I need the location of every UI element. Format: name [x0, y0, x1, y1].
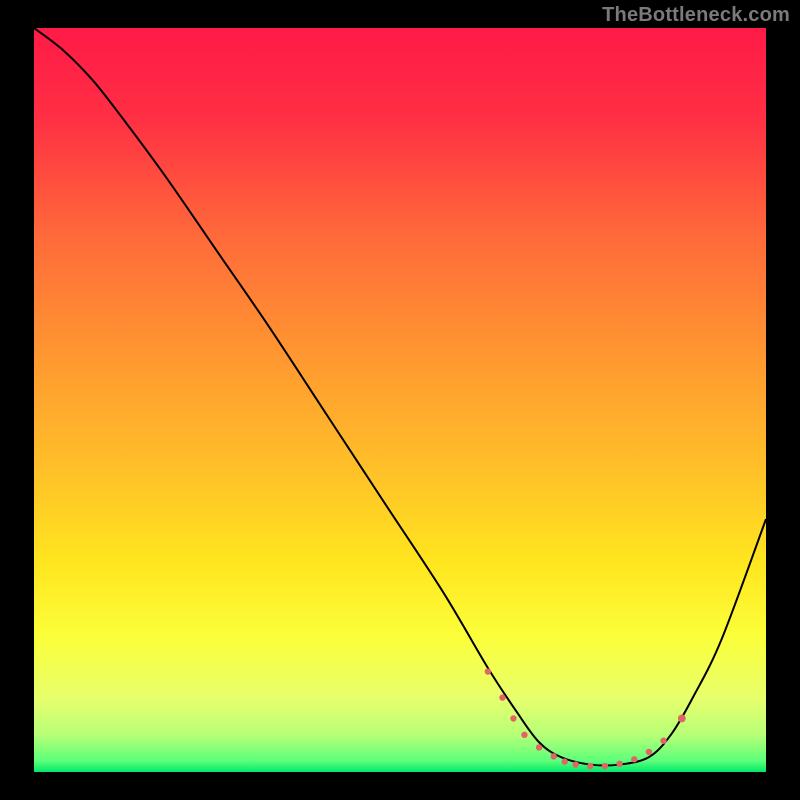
optimal-marker: [562, 758, 568, 764]
optimal-marker: [510, 715, 516, 721]
chart-frame: TheBottleneck.com: [0, 0, 800, 800]
optimal-marker: [631, 756, 637, 762]
chart-svg: [34, 28, 766, 772]
chart-plot-area: [34, 28, 766, 772]
optimal-marker: [602, 763, 608, 769]
optimal-marker: [485, 668, 491, 674]
optimal-marker: [536, 744, 542, 750]
optimal-marker: [678, 715, 686, 723]
optimal-marker: [616, 761, 622, 767]
optimal-marker: [572, 761, 578, 767]
optimal-marker: [646, 749, 652, 755]
optimal-marker: [521, 732, 527, 738]
optimal-marker: [499, 694, 505, 700]
optimal-marker: [660, 738, 666, 744]
optimal-marker: [587, 763, 593, 769]
gradient-background: [34, 28, 766, 772]
watermark-text: TheBottleneck.com: [602, 4, 790, 27]
optimal-marker: [551, 753, 557, 759]
